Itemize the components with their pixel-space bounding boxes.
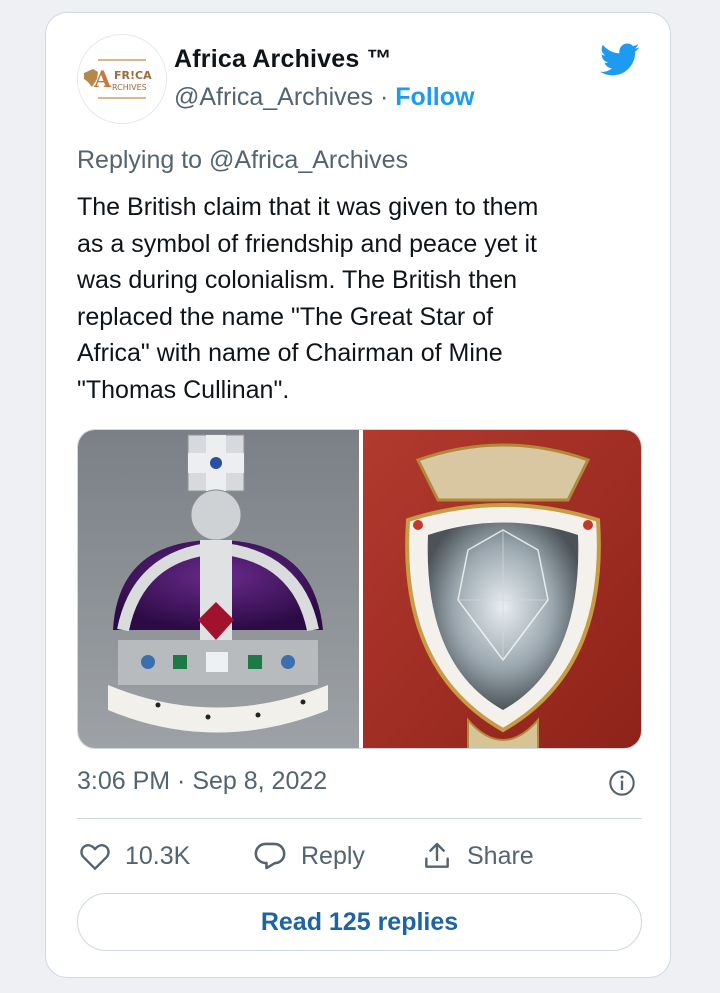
divider — [77, 818, 642, 819]
svg-text:A: A — [93, 67, 112, 93]
twitter-bird-icon[interactable] — [600, 43, 640, 77]
display-name[interactable]: Africa Archives ™ — [174, 45, 392, 74]
tweet-timestamp[interactable]: 3:06 PM · Sep 8, 2022 — [77, 767, 327, 796]
share-icon — [425, 842, 449, 868]
crown-image — [78, 430, 359, 748]
handle-row: @Africa_Archives · Follow — [174, 83, 474, 112]
reply-label: Reply — [301, 841, 365, 870]
tweet-media[interactable] — [77, 429, 642, 749]
media-images — [78, 430, 641, 748]
tweet-card: A FR!CA RCHIVES Africa Archives ™ @Afric… — [45, 12, 671, 978]
follow-button[interactable]: Follow — [395, 83, 474, 111]
share-label: Share — [467, 841, 534, 870]
svg-text:RCHIVES: RCHIVES — [112, 83, 147, 92]
share-button[interactable]: Share — [421, 839, 534, 873]
info-icon[interactable] — [608, 769, 636, 797]
like-count: 10.3K — [125, 841, 191, 870]
replying-handle-link[interactable]: @Africa_Archives — [209, 146, 408, 174]
like-button[interactable]: 10.3K — [79, 839, 190, 873]
read-replies-button[interactable]: Read 125 replies — [77, 893, 642, 951]
reply-bubble-icon — [254, 842, 286, 870]
heart-icon — [80, 844, 110, 870]
reply-button[interactable]: Reply — [253, 839, 365, 873]
africa-archives-logo: A FR!CA RCHIVES — [78, 35, 166, 123]
replying-prefix: Replying to — [77, 146, 210, 174]
replying-to: Replying to @Africa_Archives — [77, 146, 408, 175]
diamond-image — [363, 430, 641, 748]
svg-text:FR!CA: FR!CA — [114, 69, 152, 82]
avatar[interactable]: A FR!CA RCHIVES — [77, 34, 167, 124]
tweet-text: The British claim that it was given to t… — [77, 193, 539, 404]
user-handle[interactable]: @Africa_Archives — [174, 83, 373, 111]
handle-separator: · — [373, 83, 396, 111]
